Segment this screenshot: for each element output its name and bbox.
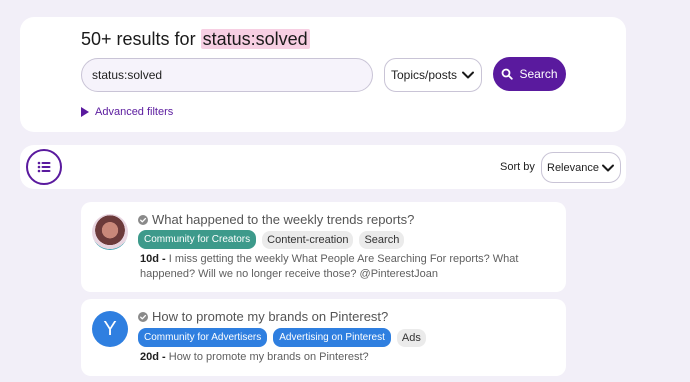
advanced-filters-label: Advanced filters	[95, 106, 174, 118]
topic-excerpt: 10d - I miss getting the weekly What Peo…	[140, 253, 519, 280]
avatar[interactable]	[92, 214, 128, 250]
solved-check-icon	[138, 214, 148, 225]
chevron-down-icon	[462, 71, 474, 79]
chevron-down-icon	[602, 164, 614, 171]
results-heading-prefix: 50+ results for	[81, 29, 196, 49]
category-badge[interactable]: Community for Advertisers	[138, 328, 268, 347]
search-panel: 50+ results for status:solved Topics/pos…	[20, 17, 626, 132]
bulk-select-button[interactable]	[26, 149, 62, 185]
topic-tags: Community for Creators Content-creation …	[138, 230, 405, 249]
topic-title-link[interactable]: What happened to the weekly trends repor…	[152, 212, 414, 227]
excerpt-line: happened? Will we no longer receive thos…	[140, 268, 438, 280]
search-result: What happened to the weekly trends repor…	[81, 202, 566, 292]
sort-by-label: Sort by	[500, 161, 535, 173]
topic-title-link[interactable]: How to promote my brands on Pinterest?	[152, 309, 388, 324]
scope-select[interactable]: Topics/posts	[384, 58, 482, 92]
post-age: 10d	[140, 253, 159, 265]
tag[interactable]: Search	[359, 230, 405, 249]
search-button-label: Search	[519, 67, 558, 81]
solved-check-icon	[138, 311, 148, 322]
avatar[interactable]: Y	[92, 311, 128, 347]
post-age: 20d	[140, 351, 159, 363]
topic-title-row: How to promote my brands on Pinterest?	[138, 309, 388, 324]
topic-title-row: What happened to the weekly trends repor…	[138, 212, 414, 227]
tag[interactable]: Content-creation	[262, 230, 354, 249]
subcategory-badge[interactable]: Advertising on Pinterest	[273, 328, 391, 347]
tag[interactable]: Ads	[396, 328, 426, 347]
sort-select-value: Relevance	[547, 161, 599, 174]
category-badge[interactable]: Community for Creators	[138, 230, 257, 249]
results-toolbar: Sort by Relevance	[20, 145, 626, 189]
search-input[interactable]	[81, 58, 373, 92]
search-icon	[502, 68, 514, 80]
excerpt-line: I miss getting the weekly What People Ar…	[168, 253, 519, 265]
scope-select-value: Topics/posts	[391, 68, 458, 82]
sort-select[interactable]: Relevance	[541, 152, 621, 183]
topic-excerpt: 20d - How to promote my brands on Pinter…	[140, 351, 369, 363]
results-heading-term: status:solved	[200, 29, 310, 49]
advanced-filters-toggle[interactable]: Advanced filters	[81, 106, 173, 118]
caret-right-icon	[81, 107, 89, 117]
search-result: Y How to promote my brands on Pinterest?…	[81, 299, 566, 376]
results-heading: 50+ results for status:solved	[81, 29, 310, 50]
excerpt-line: How to promote my brands on Pinterest?	[168, 351, 369, 363]
list-icon	[37, 161, 51, 173]
search-button[interactable]: Search	[493, 57, 566, 91]
topic-tags: Community for Advertisers Advertising on…	[138, 328, 426, 347]
